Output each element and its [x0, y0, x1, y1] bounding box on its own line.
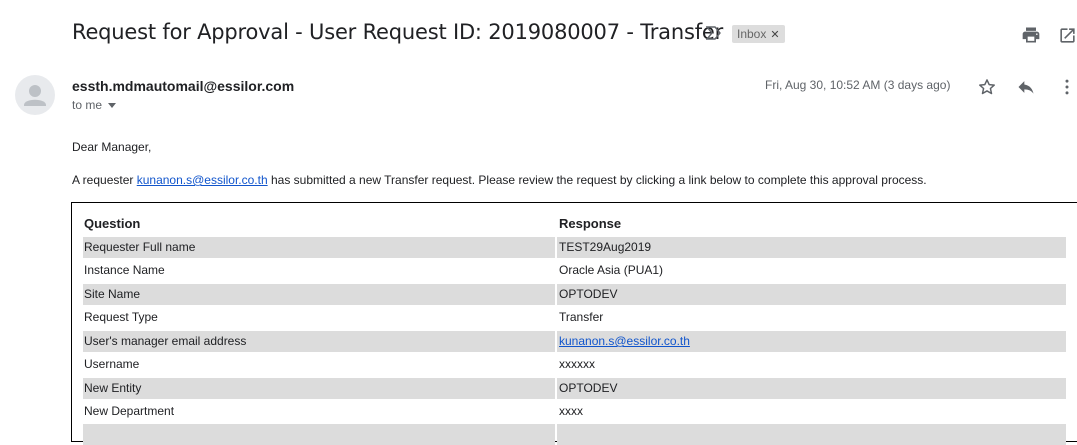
sender-avatar[interactable] [15, 75, 55, 115]
reply-icon[interactable] [1015, 76, 1037, 98]
question-cell: New Department [84, 404, 175, 418]
intro-text-after: has submitted a new Transfer request. Pl… [267, 173, 927, 187]
table-row [83, 424, 1066, 445]
star-icon[interactable] [976, 76, 998, 98]
inbox-label-chip[interactable]: Inbox ✕ [732, 25, 785, 43]
print-icon[interactable] [1020, 24, 1042, 46]
sender-address[interactable]: essth.mdmautomail@essilor.com [72, 78, 294, 94]
question-cell: User's manager email address [83, 331, 555, 352]
label-arrow-icon[interactable] [706, 26, 722, 40]
table-row: Instance Name Oracle Asia (PUA1) [83, 260, 1066, 281]
table-row: Request Type Transfer [83, 307, 1066, 328]
chevron-down-icon [108, 103, 117, 109]
request-details-table: Question Response Requester Full name TE… [71, 202, 1077, 445]
table-row: New Department xxxx [83, 401, 1066, 422]
open-in-new-window-icon[interactable] [1056, 24, 1077, 46]
question-cell: Requester Full name [83, 237, 555, 258]
email-subject: Request for Approval - User Request ID: … [72, 20, 724, 44]
response-cell: Oracle Asia (PUA1) [559, 263, 664, 277]
email-date: Fri, Aug 30, 10:52 AM (3 days ago) [765, 78, 951, 92]
inbox-label-text: Inbox [737, 27, 767, 41]
question-cell: Request Type [84, 310, 158, 324]
recipient-label: to me [72, 98, 103, 112]
intro-paragraph: A requester kunanon.s@essilor.co.th has … [72, 173, 927, 187]
more-vertical-icon[interactable] [1056, 76, 1077, 98]
remove-label-icon[interactable]: ✕ [770, 29, 779, 41]
manager-email-link[interactable]: kunanon.s@essilor.co.th [559, 334, 690, 348]
table-row: New Entity OPTODEV [83, 378, 1066, 399]
person-avatar-icon [24, 85, 46, 106]
table-row: Username xxxxxx [83, 354, 1066, 375]
table-row: User's manager email address kunanon.s@e… [83, 331, 1066, 352]
question-cell: Instance Name [84, 263, 165, 277]
requester-email-link[interactable]: kunanon.s@essilor.co.th [137, 173, 268, 187]
recipient-details-toggle[interactable]: to me [72, 98, 117, 112]
question-cell: Site Name [83, 284, 555, 305]
response-cell: OPTODEV [557, 284, 1066, 305]
greeting-text: Dear Manager, [72, 140, 152, 154]
response-cell: xxxx [559, 404, 583, 418]
question-cell: Username [84, 357, 140, 371]
question-cell: New Entity [83, 378, 555, 399]
column-header-question: Question [84, 216, 141, 231]
response-cell: TEST29Aug2019 [557, 237, 1066, 258]
response-cell: Transfer [559, 310, 604, 324]
response-cell: kunanon.s@essilor.co.th [557, 331, 1066, 352]
intro-text-before: A requester [72, 173, 137, 187]
question-cell [83, 424, 555, 445]
table-header-row: Question Response [83, 213, 1066, 234]
response-cell [557, 424, 1066, 445]
response-cell: xxxxxx [559, 357, 595, 371]
column-header-response: Response [559, 216, 622, 231]
table-row: Site Name OPTODEV [83, 284, 1066, 305]
table-row: Requester Full name TEST29Aug2019 [83, 237, 1066, 258]
response-cell: OPTODEV [557, 378, 1066, 399]
